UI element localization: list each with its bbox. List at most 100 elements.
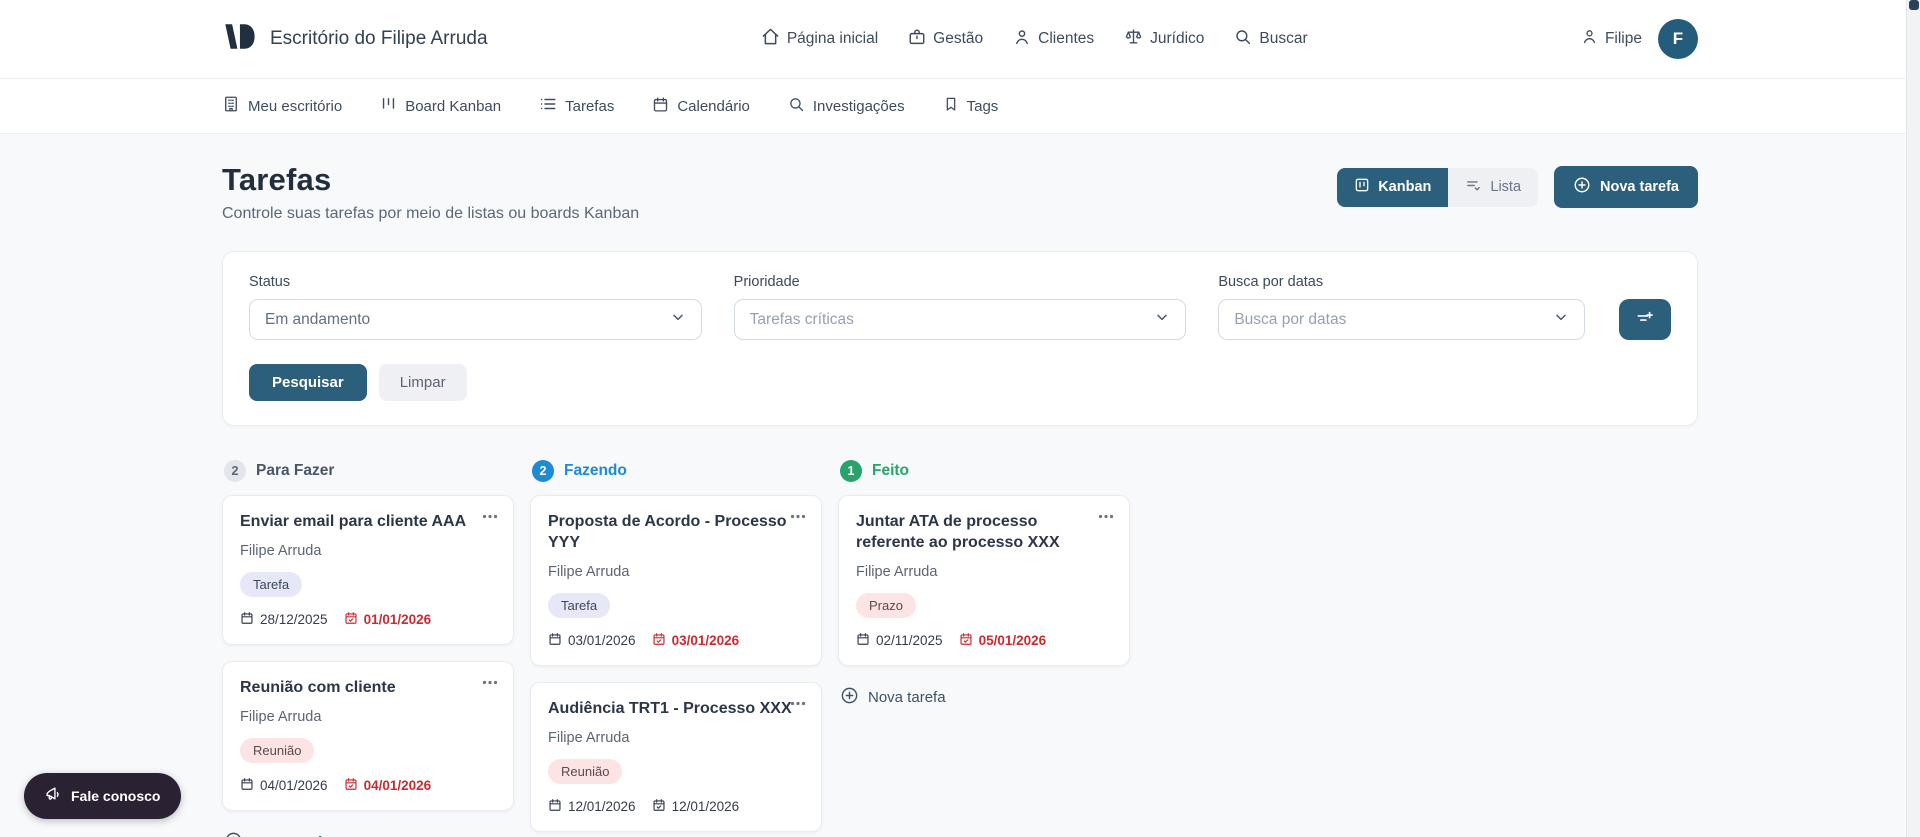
page-scrollbar[interactable] xyxy=(1906,0,1920,837)
person-icon xyxy=(1013,28,1031,51)
scrollbar-thumb[interactable] xyxy=(1909,0,1919,10)
briefcase-icon xyxy=(908,28,926,51)
column-feito: 1 Feito Juntar ATA de processo referente… xyxy=(838,460,1130,713)
priority-select[interactable]: Tarefas críticas xyxy=(733,299,1187,340)
plus-circle-icon xyxy=(1573,176,1591,198)
card-title: Reunião com cliente xyxy=(240,679,396,697)
list-sort-icon xyxy=(1465,177,1482,198)
main-nav: Página inicial Gestão Clientes Jurídico xyxy=(761,27,1308,51)
calendar-icon xyxy=(548,632,562,649)
nav-buscar[interactable]: Buscar xyxy=(1234,28,1308,51)
advanced-filters-button[interactable] xyxy=(1619,299,1671,340)
new-task-button[interactable]: Nova tarefa xyxy=(1554,166,1698,208)
tab-meu-escritorio[interactable]: Meu escritório xyxy=(222,95,342,117)
chat-button[interactable]: Fale conosco xyxy=(24,773,182,819)
toggle-kanban-button[interactable]: Kanban xyxy=(1337,167,1449,207)
nav-clientes[interactable]: Clientes xyxy=(1013,28,1094,51)
card-menu-button[interactable] xyxy=(786,690,810,713)
card-due-date: 03/01/2026 xyxy=(652,632,739,649)
tab-tags[interactable]: Tags xyxy=(943,96,998,116)
card-due-date: 01/01/2026 xyxy=(344,611,431,628)
view-toggle: Kanban Lista xyxy=(1337,167,1539,207)
calendar-check-icon xyxy=(344,611,358,628)
add-task-label: Nova tarefa xyxy=(868,689,946,707)
card-assignee: Filipe Arruda xyxy=(240,543,322,560)
chevron-down-icon xyxy=(1154,309,1170,330)
card-start-date: 12/01/2026 xyxy=(548,798,636,815)
chevron-down-icon xyxy=(1553,309,1569,330)
card-title: Juntar ATA de processo referente ao proc… xyxy=(856,513,1060,552)
status-select[interactable]: Em andamento xyxy=(249,299,702,340)
brand[interactable]: Escritório do Filipe Arruda xyxy=(222,22,488,56)
card-assignee: Filipe Arruda xyxy=(548,564,630,581)
filter-panel: Status Em andamento Prioridade Tarefas c… xyxy=(222,251,1698,426)
task-card[interactable]: Audiência TRT1 - Processo XXX Filipe Arr… xyxy=(530,682,822,833)
card-title: Proposta de Acordo - Processo YYY xyxy=(548,513,787,552)
building-icon xyxy=(222,95,240,117)
tab-tarefas[interactable]: Tarefas xyxy=(539,95,614,117)
nav-label: Gestão xyxy=(933,30,984,47)
user-area: Filipe F xyxy=(1581,19,1698,59)
list-icon xyxy=(539,95,557,117)
task-card[interactable]: Proposta de Acordo - Processo YYY Filipe… xyxy=(530,495,822,667)
megaphone-icon xyxy=(45,786,62,806)
status-value: Em andamento xyxy=(265,310,371,328)
filter-plus-icon xyxy=(1635,308,1655,331)
column-count-badge: 1 xyxy=(840,460,862,482)
task-card[interactable]: Enviar email para cliente AAA Filipe Arr… xyxy=(222,495,514,646)
tab-calendario[interactable]: Calendário xyxy=(652,96,750,117)
nav-pagina-inicial[interactable]: Página inicial xyxy=(761,27,878,51)
column-count-badge: 2 xyxy=(532,460,554,482)
plus-circle-icon xyxy=(224,831,243,837)
add-task-button[interactable]: Nova tarefa xyxy=(838,682,948,713)
bookmark-icon xyxy=(943,96,959,116)
status-label: Status xyxy=(249,274,291,290)
card-assignee: Filipe Arruda xyxy=(240,709,322,726)
toggle-label: Kanban xyxy=(1378,179,1432,195)
user-name: Filipe xyxy=(1604,30,1642,47)
card-menu-button[interactable] xyxy=(478,503,502,526)
task-card[interactable]: Juntar ATA de processo referente ao proc… xyxy=(838,495,1130,667)
kanban-board: 2 Para Fazer Enviar email para cliente A… xyxy=(222,460,1698,837)
column-title: Para Fazer xyxy=(256,462,335,479)
card-due-date: 04/01/2026 xyxy=(344,777,431,794)
nav-juridico[interactable]: Jurídico xyxy=(1124,27,1204,51)
scales-icon xyxy=(1124,27,1143,51)
tab-label: Calendário xyxy=(677,97,750,115)
card-start-date: 02/11/2025 xyxy=(856,632,943,649)
search-icon xyxy=(788,96,805,117)
column-title: Feito xyxy=(872,462,910,479)
add-task-button[interactable]: Nova tarefa xyxy=(222,827,332,837)
user-menu[interactable]: Filipe xyxy=(1581,28,1642,50)
task-card[interactable]: Reunião com cliente Filipe Arruda Reuniã… xyxy=(222,661,514,812)
card-tag: Reunião xyxy=(240,738,315,764)
card-menu-button[interactable] xyxy=(786,503,810,526)
toggle-lista-button[interactable]: Lista xyxy=(1448,168,1538,207)
clear-button[interactable]: Limpar xyxy=(378,364,467,401)
nav-gestao[interactable]: Gestão xyxy=(908,28,983,51)
toggle-label: Lista xyxy=(1490,179,1522,195)
nav-label: Jurídico xyxy=(1150,30,1205,47)
card-title: Audiência TRT1 - Processo XXX xyxy=(548,700,792,718)
page-head-text: Tarefas Controle suas tarefas por meio d… xyxy=(222,162,639,223)
card-tag: Reunião xyxy=(548,759,623,785)
card-tag: Tarefa xyxy=(548,593,611,619)
home-icon xyxy=(761,27,780,51)
search-icon xyxy=(1234,28,1252,51)
card-menu-button[interactable] xyxy=(478,669,502,692)
column-para-fazer: 2 Para Fazer Enviar email para cliente A… xyxy=(222,460,514,837)
card-menu-button[interactable] xyxy=(1094,503,1118,526)
kanban-icon xyxy=(1354,177,1370,197)
dates-placeholder: Busca por datas xyxy=(1234,310,1347,328)
tab-investigacoes[interactable]: Investigações xyxy=(788,96,905,117)
search-button[interactable]: Pesquisar xyxy=(249,364,367,401)
tab-board-kanban[interactable]: Board Kanban xyxy=(380,96,501,117)
calendar-icon xyxy=(856,632,870,649)
nav-label: Página inicial xyxy=(786,30,879,47)
dates-select[interactable]: Busca por datas xyxy=(1218,299,1586,340)
column-fazendo: 2 Fazendo Proposta de Acordo - Processo … xyxy=(530,460,822,837)
card-start-date: 04/01/2026 xyxy=(240,777,328,794)
avatar[interactable]: F xyxy=(1657,19,1698,59)
card-due-date: 05/01/2026 xyxy=(959,632,1046,649)
new-task-label: Nova tarefa xyxy=(1600,179,1679,195)
